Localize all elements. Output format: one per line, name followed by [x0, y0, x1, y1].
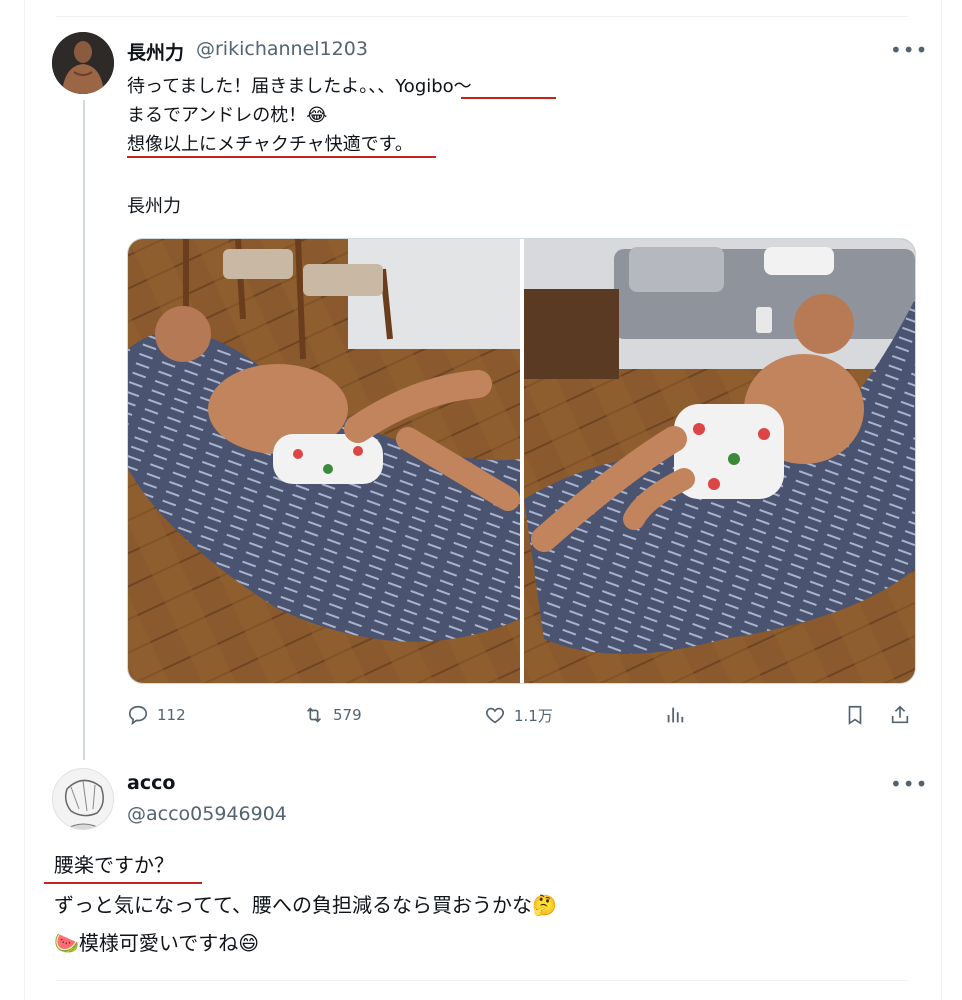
- views-icon: [667, 707, 684, 723]
- reply-icon: [128, 705, 148, 726]
- bookmark-button[interactable]: [844, 704, 874, 726]
- tweet-text-line: 長州力: [127, 196, 181, 217]
- divider: [56, 980, 908, 981]
- highlight-underline: [127, 156, 436, 158]
- highlight-underline: [44, 882, 202, 884]
- author-handle[interactable]: @rikichannel1203: [196, 38, 368, 60]
- retweet-count: 579: [333, 706, 362, 724]
- like-count: 1.1万: [514, 706, 553, 725]
- tweet-text-line: 🍉模様可愛いですね😄: [54, 931, 260, 955]
- reply-count: 112: [157, 706, 186, 724]
- author-name[interactable]: 長州力: [127, 38, 184, 65]
- retweet-icon: [306, 707, 322, 723]
- media-grid[interactable]: [127, 238, 916, 684]
- views-button[interactable]: [664, 704, 694, 726]
- bookmark-icon: [848, 705, 862, 725]
- highlight-underline: [461, 97, 556, 99]
- retweet-button[interactable]: 579: [303, 704, 362, 726]
- share-button[interactable]: [889, 704, 919, 726]
- tweet-text-line: 想像以上にメチャクチャ快適です。: [127, 134, 413, 155]
- tweet-text-line: 腰楽ですか？: [54, 853, 174, 877]
- author-name[interactable]: acco: [127, 772, 175, 794]
- more-options-button[interactable]: •••: [890, 38, 928, 62]
- reply-button[interactable]: 112: [127, 704, 186, 726]
- avatar[interactable]: [52, 768, 114, 830]
- tweet-actions: 112 579 1.1万: [127, 704, 914, 734]
- like-icon: [486, 707, 504, 724]
- share-icon: [891, 705, 909, 724]
- more-options-button[interactable]: •••: [890, 772, 928, 796]
- tweet-text-line: ずっと気になってて、腰への負担減るなら買おうかな🤔: [54, 893, 557, 917]
- like-button[interactable]: 1.1万: [484, 704, 553, 726]
- tweet-text-line: まるでアンドレの枕！😂: [127, 105, 328, 126]
- thread-connector-line: [83, 100, 85, 760]
- author-handle[interactable]: @acco05946904: [127, 803, 287, 825]
- photo[interactable]: [128, 239, 520, 683]
- tweet-text-line: 待ってました！届きましたよ。、、Yogibo〜: [127, 76, 472, 97]
- photo[interactable]: [524, 239, 915, 683]
- divider: [56, 16, 908, 17]
- avatar[interactable]: [52, 32, 114, 94]
